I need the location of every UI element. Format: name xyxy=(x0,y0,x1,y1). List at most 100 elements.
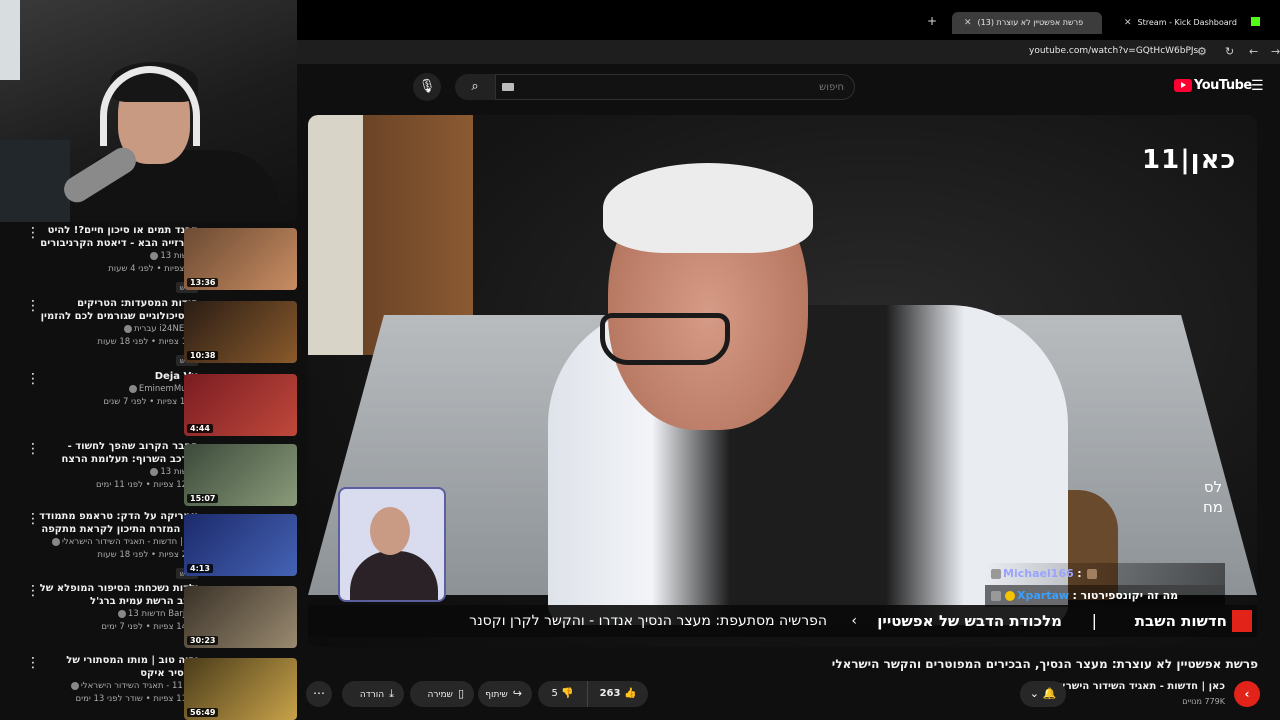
recommendation-item[interactable]: ⋮החבר הקרוב שהפך לחשוד - והרכב השרוף: תע… xyxy=(20,440,297,510)
recommendation-item[interactable]: ⋮יהיה טוב | מותו המסתורי של האסיר איקסכא… xyxy=(20,654,297,720)
recommendation-title[interactable]: Deja Vu xyxy=(38,370,198,383)
dislike-button[interactable]: 5 👎 xyxy=(538,681,588,707)
recommendation-item[interactable]: ⋮ טרנד תמים או סיכון חיים?! להיט ההרזייה … xyxy=(20,224,297,294)
video-person-glasses xyxy=(600,313,730,365)
chat-text: מה זה יקונספירטור xyxy=(1080,589,1179,602)
more-actions-icon[interactable]: ⋯ xyxy=(306,681,332,707)
search-input[interactable] xyxy=(496,75,854,100)
recommendation-thumbnail[interactable]: 4:44 xyxy=(184,374,297,436)
dislike-count: 5 xyxy=(551,688,558,699)
webcam-overlay xyxy=(0,0,297,222)
youtube-logo[interactable]: YouTube xyxy=(1174,78,1252,93)
recommendation-title[interactable]: יהיה טוב | מותו המסתורי של האסיר איקס xyxy=(38,654,198,680)
keyboard-icon[interactable] xyxy=(502,83,514,91)
search-icon[interactable]: ⌕ xyxy=(455,74,495,100)
back-icon[interactable]: ← xyxy=(1249,45,1258,58)
recommendation-title[interactable]: סודות המסעדות: הטריקים הפסיכולוגיים שגור… xyxy=(38,297,198,323)
bell-icon: 🔔 xyxy=(1042,687,1057,700)
search-input-wrapper[interactable] xyxy=(495,74,855,100)
verified-icon xyxy=(70,681,79,690)
recommendation-item[interactable]: ⋮Deja VuEminemMusic19M צפיות • לפני 7 שנ… xyxy=(20,370,297,440)
youtube-header: 🎙 ⌕ YouTube ☰ xyxy=(297,64,1280,110)
reload-icon[interactable]: ↻ xyxy=(1225,45,1234,58)
save-button[interactable]: ▯ שמירה xyxy=(410,681,474,707)
chat-badge-icon xyxy=(991,569,1001,579)
signer-head xyxy=(370,507,410,555)
duration-badge: 30:23 xyxy=(187,636,219,645)
recommendation-channel[interactable]: חדשות 13 xyxy=(38,466,198,479)
more-options-icon[interactable]: ⋮ xyxy=(26,299,40,313)
recommendation-thumbnail[interactable]: 13:36 xyxy=(184,228,297,290)
share-button[interactable]: ↪ שיתוף xyxy=(478,681,532,707)
notification-bell-button[interactable]: 🔔 ⌄ xyxy=(1020,681,1066,707)
thumbs-up-icon: 👍 xyxy=(623,688,637,699)
recommendation-meta: 14K צפיות • לפני 18 שעות xyxy=(97,337,198,347)
verified-icon xyxy=(150,251,159,260)
duration-badge: 10:38 xyxy=(187,351,219,360)
channel-name[interactable]: כאן | חדשות - תאגיד השידור הישראלי xyxy=(1050,681,1226,692)
url-text[interactable]: youtube.com/watch?v=GQtHcW6bPJs xyxy=(1029,46,1198,56)
verified-icon xyxy=(150,467,159,476)
new-tab-button[interactable]: + xyxy=(927,14,937,28)
subscriber-count: 779K מנויים xyxy=(1182,697,1225,706)
recommendation-info: יהיה טוב | מותו המסתורי של האסיר איקסכאן… xyxy=(38,654,198,705)
recommendation-meta: 2K צפיות • לפני 4 שעות xyxy=(108,264,198,274)
video-person-hair xyxy=(603,163,813,253)
ticker-separator: | xyxy=(1091,611,1097,630)
download-button[interactable]: ⤓ הורדה xyxy=(342,681,404,707)
site-settings-icon[interactable]: ⚙ xyxy=(1197,45,1207,58)
channel-avatar[interactable]: › xyxy=(1234,681,1260,707)
duration-badge: 4:44 xyxy=(187,424,213,433)
youtube-logo-text: YouTube xyxy=(1194,78,1252,93)
recommendation-meta: 117K צפיות • שודר לפני 13 ימים xyxy=(75,694,198,704)
more-options-icon[interactable]: ⋮ xyxy=(26,512,40,526)
recommendation-channel[interactable]: חדשות 13 xyxy=(38,250,198,263)
chat-badge-icon xyxy=(991,591,1001,601)
more-options-icon[interactable]: ⋮ xyxy=(26,372,40,386)
menu-icon[interactable]: ☰ xyxy=(1251,78,1264,94)
recommendation-thumbnail[interactable]: 4:13 xyxy=(184,514,297,576)
more-options-icon[interactable]: ⋮ xyxy=(26,584,40,598)
recommendation-channel[interactable]: EminemMusic xyxy=(38,383,198,396)
channel-logo-watermark: כאן|11 xyxy=(1142,145,1237,175)
chat-username: Xpartaw xyxy=(1017,589,1070,602)
recommendation-channel[interactable]: Barjeel חדשות 13 xyxy=(38,608,198,621)
recommendation-item[interactable]: ⋮סודות המסעדות: הטריקים הפסיכולוגיים שגו… xyxy=(20,297,297,367)
recommendation-title[interactable]: ילדות נשכחת: הסיפור המופלא של כוכב הרשת … xyxy=(38,582,198,608)
recommendation-title[interactable]: אמריקה על הדק: טראמפ מתמודד את המזרח התי… xyxy=(38,510,198,536)
recommendation-thumbnail[interactable]: 15:07 xyxy=(184,444,297,506)
recommendation-channel[interactable]: i24NEWS עברית xyxy=(38,323,198,336)
recommendation-title[interactable]: טרנד תמים או סיכון חיים?! להיט ההרזייה ה… xyxy=(38,224,198,250)
like-button[interactable]: 263 👍 xyxy=(588,681,648,707)
ticker-brand: חדשות השבת xyxy=(1134,612,1227,630)
more-options-icon[interactable]: ⋮ xyxy=(26,442,40,456)
close-tab-icon[interactable]: ✕ xyxy=(964,18,972,28)
chat-message: Michael166 : xyxy=(985,563,1225,585)
close-tab-icon[interactable]: ✕ xyxy=(1124,18,1132,28)
tab-kick-dashboard[interactable]: ✕ Stream - Kick Dashboard xyxy=(1112,12,1262,34)
save-label: שמירה xyxy=(427,690,453,700)
recommendation-channel[interactable]: כאן 11 - תאגיד השידור הישראלי xyxy=(38,680,198,693)
recommendation-item[interactable]: ⋮ ילדות נשכחת: הסיפור המופלא של כוכב הרשת… xyxy=(20,582,297,652)
video-player[interactable]: כאן|11 לס מח Michael166 : Xpartaw : מה ז… xyxy=(308,115,1257,647)
signer-body xyxy=(350,551,438,600)
recommendation-title[interactable]: החבר הקרוב שהפך לחשוד - והרכב השרוף: תעל… xyxy=(38,440,198,466)
duration-badge: 56:49 xyxy=(187,708,219,717)
address-bar[interactable]: youtube.com/watch?v=GQtHcW6bPJs ⚙ ↻ ← → xyxy=(297,40,1280,64)
recommendation-channel[interactable]: כאן | חדשות - תאגיד השידור הישראלי xyxy=(38,536,198,549)
more-options-icon[interactable]: ⋮ xyxy=(26,656,40,670)
recommendation-thumbnail[interactable]: 30:23 xyxy=(184,586,297,648)
tab-title: (13) פרשת אפשטיין לא עוצרת xyxy=(977,18,1084,27)
recommendation-thumbnail[interactable]: 10:38 xyxy=(184,301,297,363)
share-icon: ↪ xyxy=(512,687,522,700)
recommendation-meta: 144K צפיות • לפני 7 ימים xyxy=(101,622,198,632)
tab-youtube[interactable]: ✕ (13) פרשת אפשטיין לא עוצרת xyxy=(952,12,1102,49)
bookmark-icon: ▯ xyxy=(457,687,464,700)
thumbs-down-icon: 👎 xyxy=(561,688,574,699)
recommendation-thumbnail[interactable]: 56:49 xyxy=(184,658,297,720)
recommendation-item[interactable]: ⋮אמריקה על הדק: טראמפ מתמודד את המזרח הת… xyxy=(20,510,297,580)
more-options-icon[interactable]: ⋮ xyxy=(26,226,40,240)
voice-search-icon[interactable]: 🎙 xyxy=(413,73,441,101)
forward-icon[interactable]: → xyxy=(1271,45,1280,58)
side-caption-line: מח xyxy=(1203,498,1223,516)
